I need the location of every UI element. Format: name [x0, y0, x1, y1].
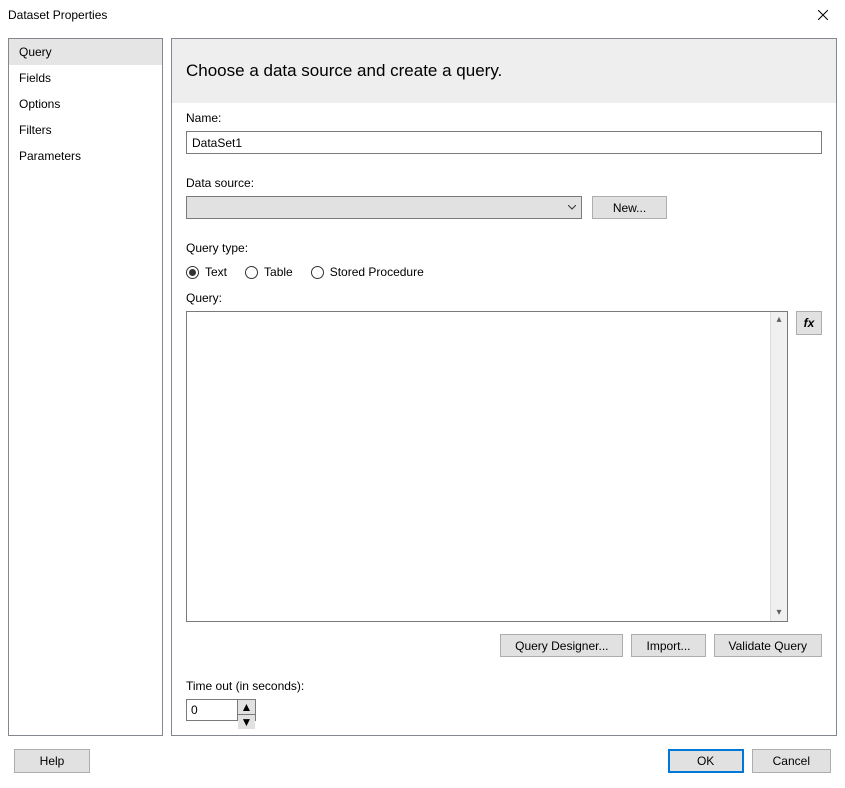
cancel-button[interactable]: Cancel: [752, 749, 831, 773]
sidebar-item-label: Filters: [19, 123, 52, 137]
query-label: Query:: [186, 291, 822, 305]
sidebar-item-filters[interactable]: Filters: [9, 117, 162, 143]
radio-icon: [245, 266, 258, 279]
name-input[interactable]: [186, 131, 822, 154]
query-textarea-wrap: ▴ ▾: [186, 311, 788, 622]
import-button[interactable]: Import...: [631, 634, 705, 657]
sidebar-item-fields[interactable]: Fields: [9, 65, 162, 91]
radio-icon: [311, 266, 324, 279]
sidebar-item-label: Query: [19, 45, 52, 59]
sidebar-item-label: Parameters: [19, 149, 81, 163]
spinner-buttons: ▲ ▼: [237, 700, 255, 720]
main-panel: Choose a data source and create a query.…: [171, 38, 837, 736]
dialog-footer: Help OK Cancel: [0, 744, 845, 788]
close-button[interactable]: [800, 0, 845, 30]
window-title: Dataset Properties: [8, 8, 107, 22]
radio-stored-procedure[interactable]: Stored Procedure: [311, 265, 424, 279]
header-band: Choose a data source and create a query.: [172, 39, 836, 103]
scrollbar[interactable]: ▴ ▾: [770, 312, 787, 621]
timeout-spinner[interactable]: ▲ ▼: [186, 699, 256, 721]
spinner-up-button[interactable]: ▲: [238, 700, 255, 715]
datasource-combobox[interactable]: [186, 196, 582, 219]
scroll-down-icon: ▾: [776, 608, 781, 618]
radio-label: Text: [205, 265, 227, 279]
sidebar-item-label: Options: [19, 97, 60, 111]
timeout-label: Time out (in seconds):: [186, 679, 822, 693]
timeout-input[interactable]: [187, 700, 237, 720]
page-heading: Choose a data source and create a query.: [186, 61, 822, 81]
expression-button[interactable]: fx: [796, 311, 822, 335]
query-textarea[interactable]: [187, 312, 770, 621]
title-bar: Dataset Properties: [0, 0, 845, 30]
chevron-down-icon: ▼: [241, 715, 253, 729]
help-button[interactable]: Help: [14, 749, 90, 773]
validate-query-button[interactable]: Validate Query: [714, 634, 823, 657]
querytype-radios: Text Table Stored Procedure: [186, 265, 822, 279]
name-label: Name:: [186, 111, 822, 125]
form-area: Name: Data source: New... Query type: Te: [172, 103, 836, 735]
spinner-down-button[interactable]: ▼: [238, 715, 255, 729]
chevron-down-icon: [563, 197, 581, 218]
ok-button[interactable]: OK: [668, 749, 744, 773]
radio-table[interactable]: Table: [245, 265, 293, 279]
querytype-label: Query type:: [186, 241, 822, 255]
scroll-up-icon: ▴: [776, 315, 781, 325]
sidebar-item-label: Fields: [19, 71, 51, 85]
new-datasource-button[interactable]: New...: [592, 196, 667, 219]
chevron-up-icon: ▲: [241, 700, 253, 714]
query-designer-button[interactable]: Query Designer...: [500, 634, 623, 657]
radio-text[interactable]: Text: [186, 265, 227, 279]
fx-icon: fx: [804, 316, 815, 330]
sidebar: Query Fields Options Filters Parameters: [8, 38, 163, 736]
radio-label: Stored Procedure: [330, 265, 424, 279]
close-icon: [818, 10, 828, 20]
sidebar-item-query[interactable]: Query: [9, 39, 162, 65]
radio-icon: [186, 266, 199, 279]
radio-label: Table: [264, 265, 293, 279]
sidebar-item-parameters[interactable]: Parameters: [9, 143, 162, 169]
dialog-body: Query Fields Options Filters Parameters …: [0, 30, 845, 744]
sidebar-item-options[interactable]: Options: [9, 91, 162, 117]
datasource-label: Data source:: [186, 176, 822, 190]
